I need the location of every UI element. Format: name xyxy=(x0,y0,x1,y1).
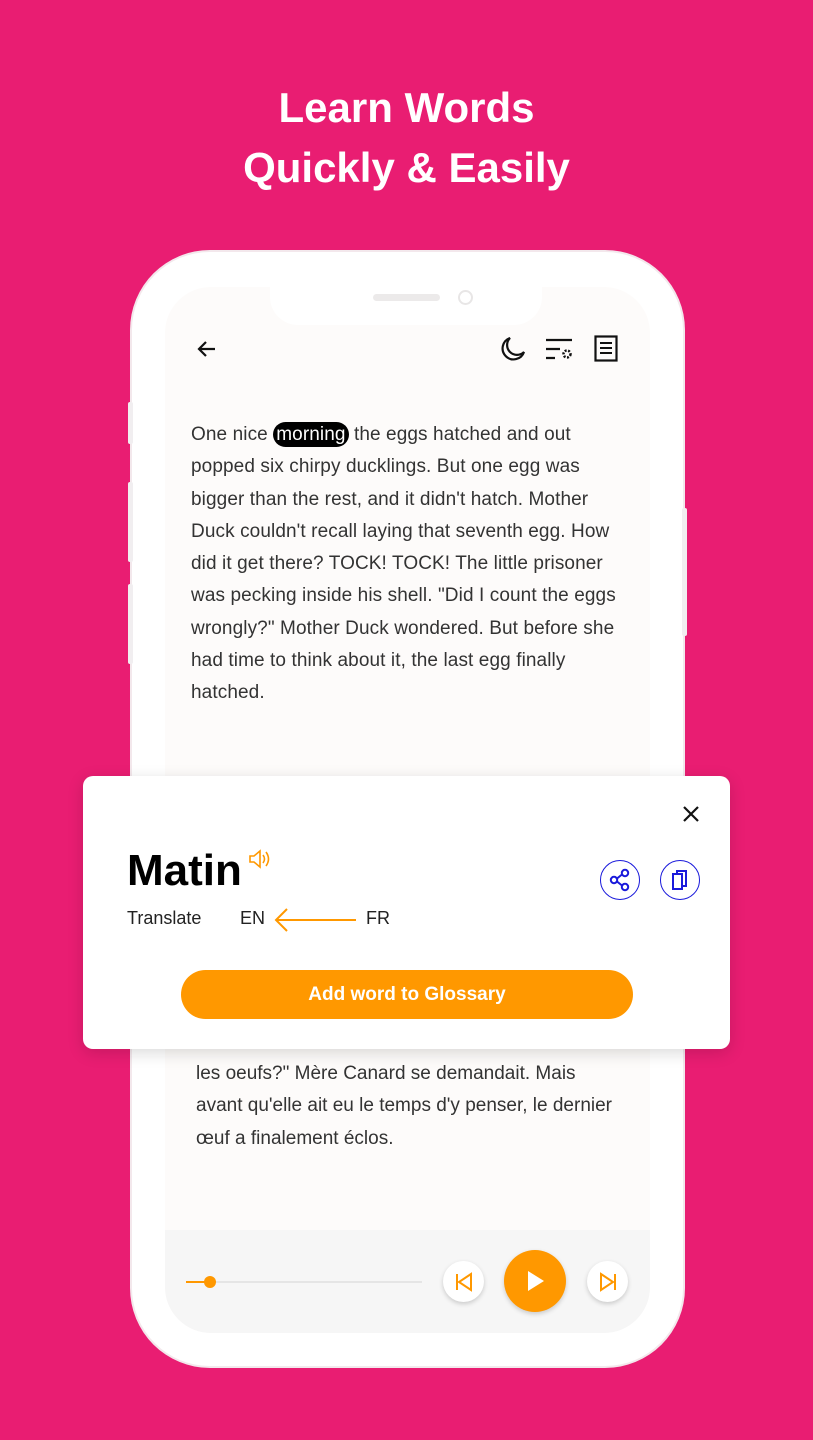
audio-player xyxy=(165,1230,650,1333)
skip-previous-icon xyxy=(455,1271,472,1292)
share-button[interactable] xyxy=(600,860,640,900)
flashcard-button[interactable] xyxy=(660,860,700,900)
progress-slider[interactable] xyxy=(186,1276,422,1288)
phone-side-button xyxy=(128,584,133,664)
headline: Learn Words Quickly & Easily xyxy=(0,78,813,198)
translated-word: Matin xyxy=(127,846,242,895)
source-language[interactable]: EN xyxy=(240,908,265,929)
document-icon[interactable] xyxy=(594,335,618,362)
back-arrow-icon[interactable] xyxy=(195,337,219,361)
translate-label: Translate xyxy=(127,908,202,928)
play-button[interactable] xyxy=(504,1250,566,1312)
translation-text: les oeufs?" Mère Canard se demandait. Ma… xyxy=(196,1063,613,1149)
speaker xyxy=(373,294,440,301)
previous-button[interactable] xyxy=(443,1261,484,1302)
camera xyxy=(458,290,473,305)
speaker-icon[interactable] xyxy=(248,849,272,869)
text-settings-icon[interactable] xyxy=(545,337,575,361)
arrow-left-icon xyxy=(274,908,356,932)
story-text-before: One nice xyxy=(191,424,274,445)
notch xyxy=(270,287,542,325)
close-icon[interactable] xyxy=(682,805,700,823)
progress-knob[interactable] xyxy=(203,1276,216,1288)
play-icon xyxy=(528,1271,544,1291)
story-text-after: the eggs hatched and out popped six chir… xyxy=(191,424,616,704)
moon-icon[interactable] xyxy=(499,335,527,363)
target-language[interactable]: FR xyxy=(366,908,390,929)
translation-popup: Matin Translate EN FR Add word to Glossa… xyxy=(83,776,730,1049)
cards-icon xyxy=(672,870,687,890)
headline-line-2: Quickly & Easily xyxy=(243,144,570,191)
story-text: One nice morning the eggs hatched and ou… xyxy=(191,419,631,710)
share-icon xyxy=(609,868,630,892)
phone-side-button xyxy=(682,508,687,636)
next-button[interactable] xyxy=(587,1261,628,1302)
phone-side-button xyxy=(128,482,133,562)
headline-line-1: Learn Words xyxy=(278,84,535,131)
phone-side-button xyxy=(128,402,133,444)
add-to-glossary-button[interactable]: Add word to Glossary xyxy=(181,970,633,1019)
highlighted-word[interactable]: morning xyxy=(273,422,349,447)
skip-next-icon xyxy=(599,1271,616,1292)
